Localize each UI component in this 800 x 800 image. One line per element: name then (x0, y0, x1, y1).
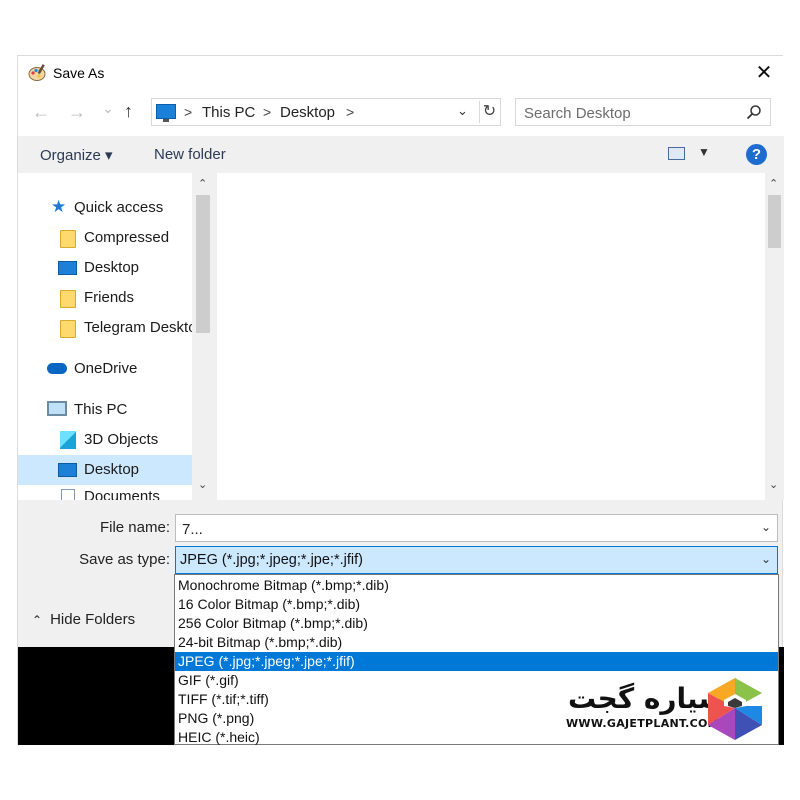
star-icon: ★ (51, 197, 67, 216)
sidebar-item-this-pc[interactable]: This PC (18, 395, 192, 425)
close-button[interactable]: ✕ (748, 58, 780, 88)
navigation-scrollbar[interactable]: ⌃ ⌄ (192, 173, 214, 500)
folder-icon (60, 230, 76, 248)
address-bar[interactable]: > This PC > Desktop > ⌄ ↻ (151, 98, 501, 126)
sidebar-item-label: 3D Objects (84, 431, 159, 448)
up-button[interactable]: ↑ (124, 101, 133, 121)
back-button[interactable]: ← (32, 102, 50, 122)
file-list-scrollbar[interactable]: ⌃ ⌄ (765, 173, 784, 500)
hide-folders-label: Hide Folders (50, 611, 136, 628)
breadcrumb-desktop[interactable]: Desktop (280, 104, 335, 121)
type-option[interactable]: Monochrome Bitmap (*.bmp;*.dib) (175, 576, 778, 595)
breadcrumb-separator: > (184, 104, 193, 120)
sidebar-item-label: Desktop (84, 461, 140, 478)
file-name-field[interactable] (182, 519, 742, 539)
chevron-down-icon[interactable]: ⌄ (761, 520, 771, 534)
scroll-up-button[interactable]: ⌃ (769, 177, 778, 190)
type-option-selected[interactable]: JPEG (*.jpg;*.jpeg;*.jpe;*.jfif) (175, 652, 778, 671)
sidebar-item-label: Quick access (74, 199, 164, 216)
chevron-down-icon[interactable]: ⌄ (761, 552, 771, 566)
breadcrumb-separator: > (263, 104, 272, 120)
this-pc-icon (156, 104, 176, 122)
sidebar-item-label: This PC (74, 401, 128, 418)
gajetplant-logo-icon (708, 678, 762, 740)
desktop-icon (58, 463, 77, 477)
sidebar-item-label: OneDrive (74, 360, 138, 377)
watermark-url: WWW.GAJETPLANT.COM (566, 717, 719, 730)
organize-button[interactable]: Organize ▾ (40, 146, 113, 164)
sidebar-item-desktop-selected[interactable]: Desktop (18, 455, 192, 485)
navigation-pane: ★ Quick access Compressed Desktop Friend… (18, 173, 214, 500)
search-box[interactable] (515, 98, 771, 126)
selected-type-value: JPEG (*.jpg;*.jpeg;*.jpe;*.jfif) (180, 552, 363, 568)
sidebar-item-desktop[interactable]: Desktop (18, 253, 192, 283)
chevron-up-icon: ⌃ (32, 613, 43, 627)
type-option[interactable]: 24-bit Bitmap (*.bmp;*.dib) (175, 633, 778, 652)
help-icon[interactable]: ? (746, 144, 767, 165)
breadcrumb-this-pc[interactable]: This PC (202, 104, 255, 121)
file-list-area[interactable] (217, 173, 765, 500)
type-option[interactable]: 256 Color Bitmap (*.bmp;*.dib) (175, 614, 778, 633)
navigation-bar: ← → ⌄ ↑ > This PC > Desktop > ⌄ ↻ (18, 90, 784, 136)
sidebar-item-quick-access[interactable]: ★ Quick access (18, 193, 192, 223)
hide-folders-button[interactable]: ⌃ Hide Folders (32, 611, 135, 628)
sidebar-item-3d-objects[interactable]: 3D Objects (18, 425, 192, 455)
sidebar-item-onedrive[interactable]: OneDrive (18, 354, 192, 384)
search-icon[interactable] (746, 104, 762, 120)
scroll-thumb[interactable] (768, 195, 781, 248)
type-option[interactable]: 16 Color Bitmap (*.bmp;*.dib) (175, 595, 778, 614)
document-icon (61, 489, 75, 500)
cloud-icon (47, 363, 67, 374)
sidebar-item-label: Desktop (84, 259, 140, 276)
sidebar-item-label: Friends (84, 289, 135, 306)
breadcrumb-separator: > (346, 104, 355, 120)
window-title: Save As (53, 65, 105, 81)
watermark-brand-name: سیاره گجت (568, 682, 726, 715)
refresh-button[interactable]: ↻ (479, 101, 499, 123)
folder-icon (60, 320, 76, 338)
command-bar: Organize ▾ New folder ▼ ? (18, 136, 784, 173)
recent-locations-button[interactable]: ⌄ (102, 98, 114, 118)
folder-icon (60, 290, 76, 308)
scroll-down-button[interactable]: ⌄ (769, 478, 778, 491)
computer-icon (47, 401, 67, 416)
file-name-label: File name: (99, 519, 170, 536)
sidebar-item-telegram-desktop[interactable]: Telegram Desktop (18, 313, 205, 343)
desktop-icon (58, 261, 77, 275)
title-bar: Save As ✕ (18, 56, 784, 90)
address-dropdown-button[interactable]: ⌄ (457, 103, 468, 119)
search-input[interactable] (524, 103, 734, 123)
new-folder-button[interactable]: New folder (154, 146, 226, 163)
scroll-thumb[interactable] (196, 195, 210, 333)
sidebar-item-documents[interactable]: Documents (18, 487, 192, 500)
sidebar-item-label: Compressed (84, 229, 170, 246)
save-as-type-select[interactable]: JPEG (*.jpg;*.jpeg;*.jpe;*.jfif) ⌄ (175, 546, 778, 574)
type-option[interactable]: HEIC (*.heic) (175, 728, 778, 747)
change-view-icon[interactable] (668, 147, 685, 160)
scroll-up-button[interactable]: ⌃ (198, 177, 207, 190)
save-as-type-label: Save as type: (79, 551, 170, 568)
paint-app-icon (28, 64, 46, 81)
cube-icon (60, 431, 76, 449)
file-name-combobox[interactable]: ⌄ (175, 514, 778, 542)
scroll-down-button[interactable]: ⌄ (198, 478, 207, 491)
sidebar-item-friends[interactable]: Friends (18, 283, 192, 313)
sidebar-item-label: Telegram Desktop (84, 319, 205, 336)
sidebar-item-compressed[interactable]: Compressed (18, 223, 192, 253)
sidebar-item-label: Documents (84, 488, 160, 500)
forward-button[interactable]: → (68, 102, 86, 122)
view-options-dropdown[interactable]: ▼ (698, 145, 710, 159)
